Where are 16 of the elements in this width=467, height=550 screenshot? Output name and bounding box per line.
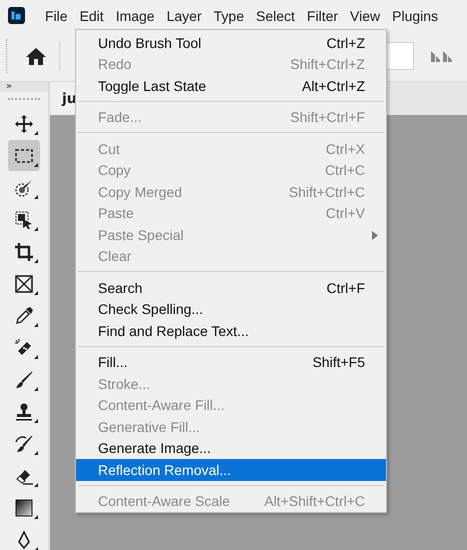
menu-item[interactable]: Find and Replace Text... bbox=[76, 320, 386, 342]
menu-item[interactable]: Edit bbox=[74, 8, 110, 24]
menu-item[interactable]: Search Ctrl+F bbox=[76, 277, 386, 298]
menu-item[interactable]: Layer bbox=[160, 8, 208, 24]
menu-item[interactable]: Check Spelling... bbox=[76, 298, 386, 320]
menu-item[interactable]: File bbox=[39, 8, 74, 24]
menu-item[interactable]: Image bbox=[110, 8, 161, 24]
menu-item[interactable]: Plugins bbox=[386, 8, 444, 24]
menu-item[interactable]: Filter bbox=[300, 8, 344, 24]
menu-item[interactable]: View bbox=[344, 8, 386, 24]
menu-item[interactable]: Undo Brush Tool Ctrl+Z bbox=[76, 32, 386, 54]
menu-item[interactable]: Reflection Removal... bbox=[76, 459, 386, 480]
menu-item[interactable]: Fill... Shift+F5 bbox=[76, 352, 386, 373]
menu-item[interactable]: Type bbox=[208, 8, 250, 24]
menu-item[interactable]: Generate Image... bbox=[76, 438, 386, 459]
menu-item[interactable]: Select bbox=[250, 8, 301, 24]
